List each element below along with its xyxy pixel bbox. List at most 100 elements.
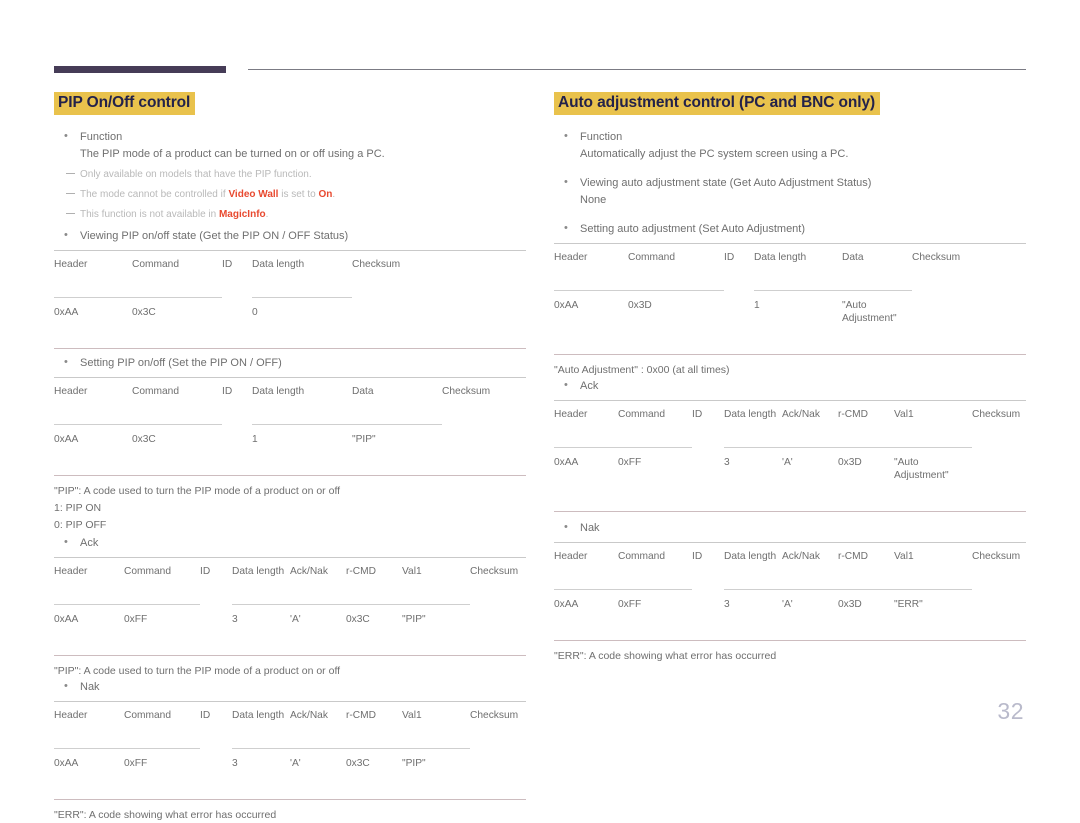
right-function-label: Function <box>580 130 623 143</box>
right-bullet-nak: Nak <box>554 519 1026 536</box>
cell: 0xAA <box>554 598 579 610</box>
col-header: r-CMD <box>838 408 868 420</box>
table-bottom-divider <box>54 455 526 476</box>
right-table-set: Header Command ID Data length Data Check… <box>554 243 1026 355</box>
cell: 0x3D <box>838 598 862 610</box>
cell: 0xFF <box>124 757 148 769</box>
cell: 0xFF <box>618 598 642 610</box>
cell <box>692 447 724 492</box>
table-mid-divider <box>554 270 1026 291</box>
table-bottom-divider <box>54 328 526 349</box>
cell: 3 <box>232 613 238 625</box>
col-header: Data length <box>252 258 305 270</box>
cell <box>222 297 252 329</box>
left-note-2-post: . <box>332 188 336 200</box>
document-page: PIP On/Off control Function The PIP mode… <box>0 0 1080 821</box>
table-bottom-divider <box>554 334 1026 355</box>
cell: 0xFF <box>618 456 642 468</box>
cell: 0xFF <box>124 613 148 625</box>
left-note-1-text: Only available on models that have the P… <box>80 168 312 180</box>
col-header: ID <box>200 709 211 721</box>
table-header-row: Header Command ID Data length Ack/Nak r-… <box>54 557 526 585</box>
page-number: 32 <box>997 698 1024 724</box>
cell <box>724 290 754 335</box>
cell: 1 <box>252 433 258 445</box>
right-section-title: Auto adjustment control (PC and BNC only… <box>554 92 881 115</box>
table-row: 0xAA 0xFF 3 'A' 0x3D "ERR" <box>554 589 1026 621</box>
cell: "Auto Adjustment" <box>842 299 897 324</box>
cell: 0xAA <box>554 456 579 468</box>
col-header: Val1 <box>402 709 422 721</box>
col-header: Checksum <box>352 258 401 270</box>
right-bullet-viewing: Viewing auto adjustment state (Get Auto … <box>554 174 1026 208</box>
right-ack-label: Ack <box>580 379 599 392</box>
cell: 3 <box>724 456 730 468</box>
left-ack-label: Ack <box>80 536 99 549</box>
col-header: Val1 <box>894 408 914 420</box>
table-header-row: Header Command ID Data length Checksum <box>54 250 526 278</box>
cell: 0x3C <box>346 757 370 769</box>
col-header: ID <box>222 258 233 270</box>
right-table-nak: Header Command ID Data length Ack/Nak r-… <box>554 542 1026 641</box>
table-header-row: Header Command ID Data length Ack/Nak r-… <box>554 542 1026 570</box>
col-header: Command <box>132 385 179 397</box>
col-header: Command <box>124 709 171 721</box>
left-caption-pip-code: "PIP": A code used to turn the PIP mode … <box>54 484 341 497</box>
left-setting-label: Setting PIP on/off (Set the PIP ON / OFF… <box>80 356 282 369</box>
left-bullet-ack: Ack <box>54 534 526 551</box>
col-header: Command <box>618 408 665 420</box>
right-column: Auto adjustment control (PC and BNC only… <box>554 92 1026 664</box>
left-viewing-label: Viewing PIP on/off state (Get the PIP ON… <box>80 229 349 242</box>
right-bullet-setting: Setting auto adjustment (Set Auto Adjust… <box>554 220 1026 237</box>
header-rule-thin <box>248 69 1026 70</box>
left-column: PIP On/Off control Function The PIP mode… <box>54 92 526 823</box>
col-header: ID <box>222 385 233 397</box>
cell: 0xAA <box>54 757 79 769</box>
col-header: Ack/Nak <box>782 408 820 420</box>
left-bullet-nak: Nak <box>54 678 526 695</box>
cell: 'A' <box>290 613 301 625</box>
col-header: Header <box>54 258 88 270</box>
col-header: Data <box>352 385 374 397</box>
left-bullet-setting: Setting PIP on/off (Set the PIP ON / OFF… <box>54 354 526 371</box>
table-row: 0xAA 0xFF 3 'A' 0x3D "Auto Adjustment" <box>554 447 1026 492</box>
cell <box>912 290 1026 335</box>
col-header: Header <box>54 385 88 397</box>
cell: 0x3C <box>346 613 370 625</box>
col-header: Val1 <box>894 550 914 562</box>
col-header: Checksum <box>972 408 1021 420</box>
table-mid-divider <box>54 584 526 605</box>
col-header: Header <box>554 550 588 562</box>
right-caption-auto-adjustment: "Auto Adjustment" : 0x00 (at all times) <box>554 363 730 376</box>
cell <box>352 297 526 329</box>
right-function-text: Automatically adjust the PC system scree… <box>580 147 849 160</box>
col-header: ID <box>200 565 211 577</box>
left-table-set: Header Command ID Data length Data Check… <box>54 377 526 476</box>
left-section-title: PIP On/Off control <box>54 92 196 115</box>
right-bullet-ack: Ack <box>554 377 1026 394</box>
left-note-2-term-on: On <box>318 188 333 200</box>
right-bullet-function: Function Automatically adjust the PC sys… <box>554 128 1026 162</box>
col-header: ID <box>692 550 703 562</box>
left-note-1: Only available on models that have the P… <box>54 168 526 182</box>
table-mid-divider <box>54 728 526 749</box>
table-mid-divider <box>54 277 526 298</box>
right-table-ack: Header Command ID Data length Ack/Nak r-… <box>554 400 1026 512</box>
cell: 0xAA <box>54 433 79 445</box>
left-table-ack: Header Command ID Data length Ack/Nak r-… <box>54 557 526 656</box>
cell: 0x3D <box>838 456 862 468</box>
table-header-row: Header Command ID Data length Ack/Nak r-… <box>54 701 526 729</box>
left-function-label: Function <box>80 130 123 143</box>
table-mid-divider <box>554 427 1026 448</box>
table-mid-divider <box>554 569 1026 590</box>
left-note-3-term-magicinfo: MagicInfo <box>218 208 266 220</box>
left-caption-pip-on: 1: PIP ON <box>54 501 102 514</box>
col-header: Header <box>554 251 588 263</box>
cell <box>972 589 1026 621</box>
col-header: ID <box>724 251 735 263</box>
header-rule-group <box>54 64 1026 76</box>
left-function-text: The PIP mode of a product can be turned … <box>80 147 385 160</box>
left-note-3-pre: This function is not available in <box>80 208 219 220</box>
col-header: Data length <box>754 251 807 263</box>
cell: 'A' <box>782 598 793 610</box>
